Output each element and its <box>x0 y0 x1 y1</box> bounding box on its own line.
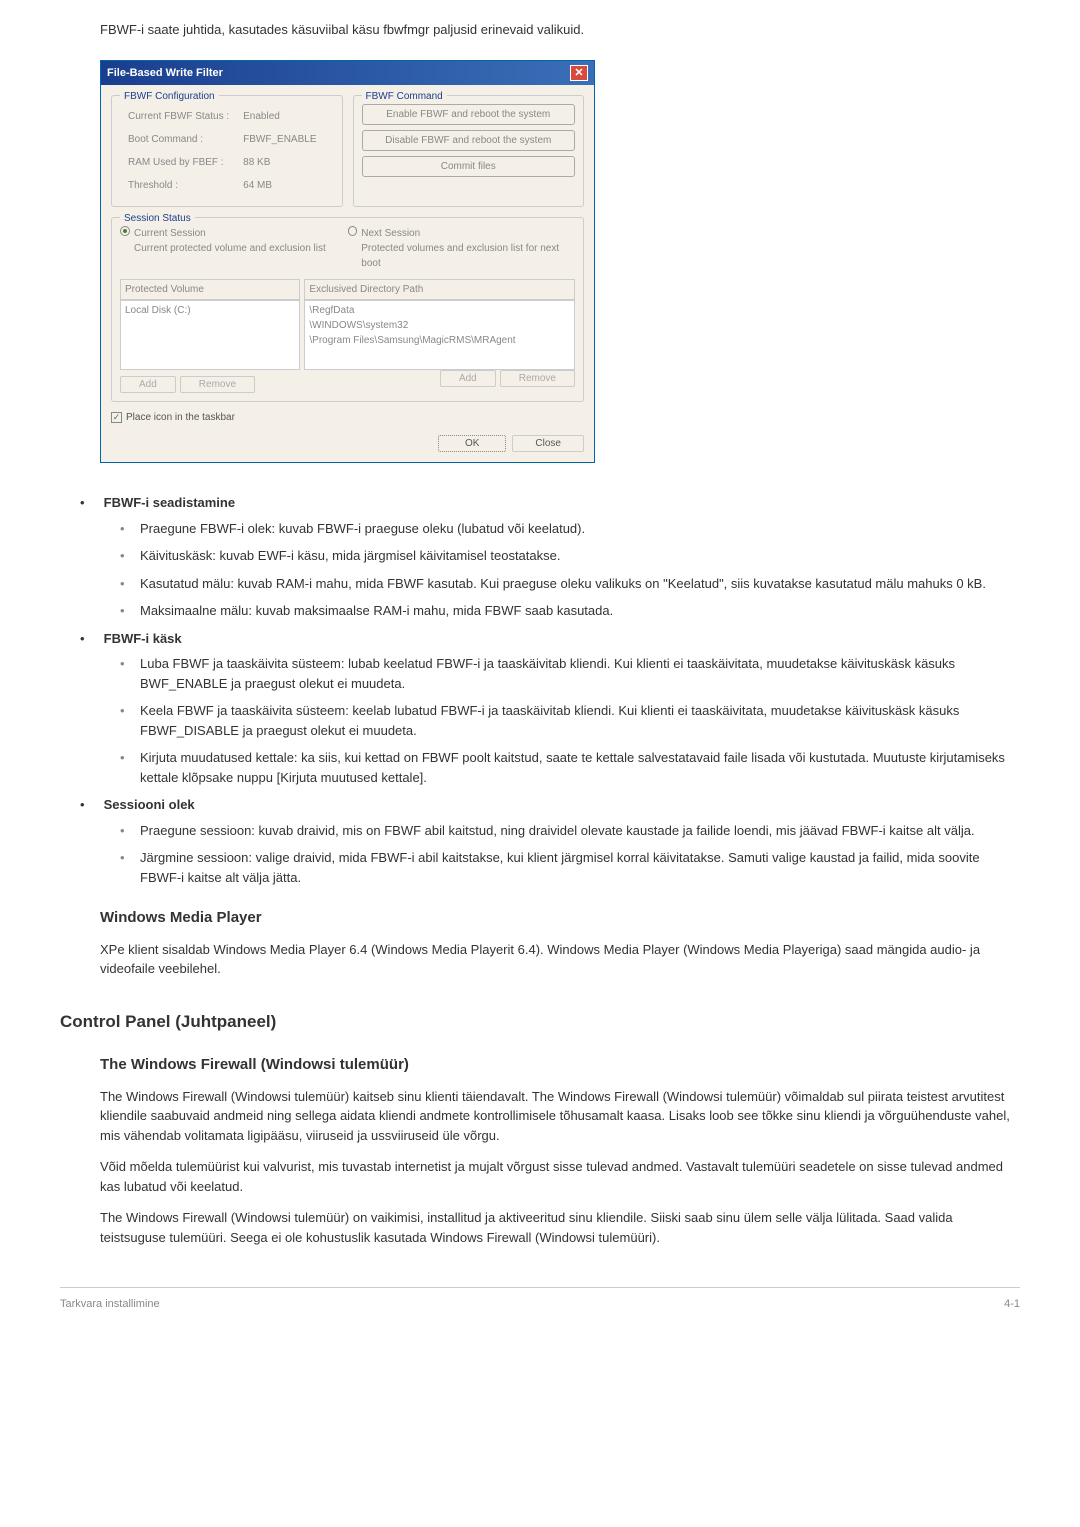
list-item: \WINDOWS\system32 <box>309 318 570 333</box>
feature-list: FBWF-i seadistamine Praegune FBWF-i olek… <box>100 493 1020 887</box>
list-item: Kirjuta muudatused kettale: ka siis, kui… <box>120 748 1020 787</box>
protected-volume-header: Protected Volume <box>120 279 300 300</box>
radio-icon <box>120 226 130 236</box>
current-session-radio[interactable]: Current Session Current protected volume… <box>120 226 348 256</box>
fbwf-command-fieldset: FBWF Command Enable FBWF and reboot the … <box>353 95 585 207</box>
ok-button[interactable]: OK <box>438 435 506 452</box>
config-legend: FBWF Configuration <box>120 89 219 104</box>
exclusived-dir-header: Exclusived Directory Path <box>304 279 575 300</box>
status-value: Enabled <box>237 106 322 127</box>
dialog-title: File-Based Write Filter <box>107 65 223 82</box>
remove-volume-button[interactable]: Remove <box>180 376 255 393</box>
list-heading: FBWF-i käsk <box>104 631 182 646</box>
firewall-p3: The Windows Firewall (Windowsi tulemüür)… <box>100 1208 1020 1247</box>
session-legend: Session Status <box>120 211 195 226</box>
list-item: Local Disk (C:) <box>125 303 295 318</box>
dialog-titlebar: File-Based Write Filter ✕ <box>101 61 594 86</box>
list-item: Järgmine sessioon: valige draivid, mida … <box>120 848 1020 887</box>
taskbar-checkbox[interactable]: ✓ Place icon in the taskbar <box>111 410 584 425</box>
ram-label: RAM Used by FBEF : <box>122 152 235 173</box>
exclusived-dir-list[interactable]: \RegfData \WINDOWS\system32 \Program Fil… <box>304 300 575 370</box>
firewall-p2: Võid mõelda tulemüürist kui valvurist, m… <box>100 1157 1020 1196</box>
remove-dir-button[interactable]: Remove <box>500 370 575 387</box>
enable-fbwf-button[interactable]: Enable FBWF and reboot the system <box>362 104 576 125</box>
radio1-sub: Current protected volume and exclusion l… <box>134 241 326 256</box>
taskbar-label: Place icon in the taskbar <box>126 410 235 425</box>
disable-fbwf-button[interactable]: Disable FBWF and reboot the system <box>362 130 576 151</box>
add-volume-button[interactable]: Add <box>120 376 176 393</box>
commit-files-button[interactable]: Commit files <box>362 156 576 177</box>
command-legend: FBWF Command <box>362 89 447 104</box>
list-item: Käivituskäsk: kuvab EWF-i käsu, mida jär… <box>120 546 1020 566</box>
control-panel-heading: Control Panel (Juhtpaneel) <box>60 1009 1020 1035</box>
list-item: Maksimaalne mälu: kuvab maksimaalse RAM-… <box>120 601 1020 621</box>
fbwf-dialog: File-Based Write Filter ✕ FBWF Configura… <box>100 60 595 464</box>
status-label: Current FBWF Status : <box>122 106 235 127</box>
list-heading: FBWF-i seadistamine <box>104 495 235 510</box>
list-heading: Sessiooni olek <box>104 797 195 812</box>
list-item: Praegune FBWF-i olek: kuvab FBWF-i praeg… <box>120 519 1020 539</box>
session-status-fieldset: Session Status Current Session Current p… <box>111 217 584 402</box>
list-item: Praegune sessioon: kuvab draivid, mis on… <box>120 821 1020 841</box>
next-session-radio[interactable]: Next Session Protected volumes and exclu… <box>348 226 576 271</box>
list-item: \Program Files\Samsung\MagicRMS\MRAgent <box>309 333 570 348</box>
protected-volume-list[interactable]: Local Disk (C:) <box>120 300 300 370</box>
intro-text: FBWF-i saate juhtida, kasutades käsuviib… <box>100 20 1020 40</box>
fbwf-config-fieldset: FBWF Configuration Current FBWF Status :… <box>111 95 343 207</box>
boot-value: FBWF_ENABLE <box>237 129 322 150</box>
list-item: Kasutatud mälu: kuvab RAM-i mahu, mida F… <box>120 574 1020 594</box>
close-icon[interactable]: ✕ <box>570 65 588 81</box>
radio2-label: Next Session <box>361 226 575 241</box>
firewall-heading: The Windows Firewall (Windowsi tulemüür) <box>100 1054 1020 1077</box>
list-item: \RegfData <box>309 303 570 318</box>
list-item: Keela FBWF ja taaskäivita süsteem: keela… <box>120 701 1020 740</box>
checkbox-icon: ✓ <box>111 412 122 423</box>
radio1-label: Current Session <box>134 226 326 241</box>
threshold-label: Threshold : <box>122 175 235 196</box>
radio-icon <box>348 226 358 236</box>
ram-value: 88 KB <box>237 152 322 173</box>
boot-label: Boot Command : <box>122 129 235 150</box>
footer-left: Tarkvara installimine <box>60 1296 160 1313</box>
radio2-sub: Protected volumes and exclusion list for… <box>361 241 575 271</box>
footer-right: 4-1 <box>1004 1296 1020 1313</box>
threshold-value: 64 MB <box>237 175 322 196</box>
wmp-text: XPe klient sisaldab Windows Media Player… <box>100 940 1020 979</box>
list-item: Luba FBWF ja taaskäivita süsteem: lubab … <box>120 654 1020 693</box>
page-footer: Tarkvara installimine 4-1 <box>60 1287 1020 1313</box>
close-button[interactable]: Close <box>512 435 584 452</box>
add-dir-button[interactable]: Add <box>440 370 496 387</box>
wmp-heading: Windows Media Player <box>100 907 1020 930</box>
firewall-p1: The Windows Firewall (Windowsi tulemüür)… <box>100 1087 1020 1146</box>
